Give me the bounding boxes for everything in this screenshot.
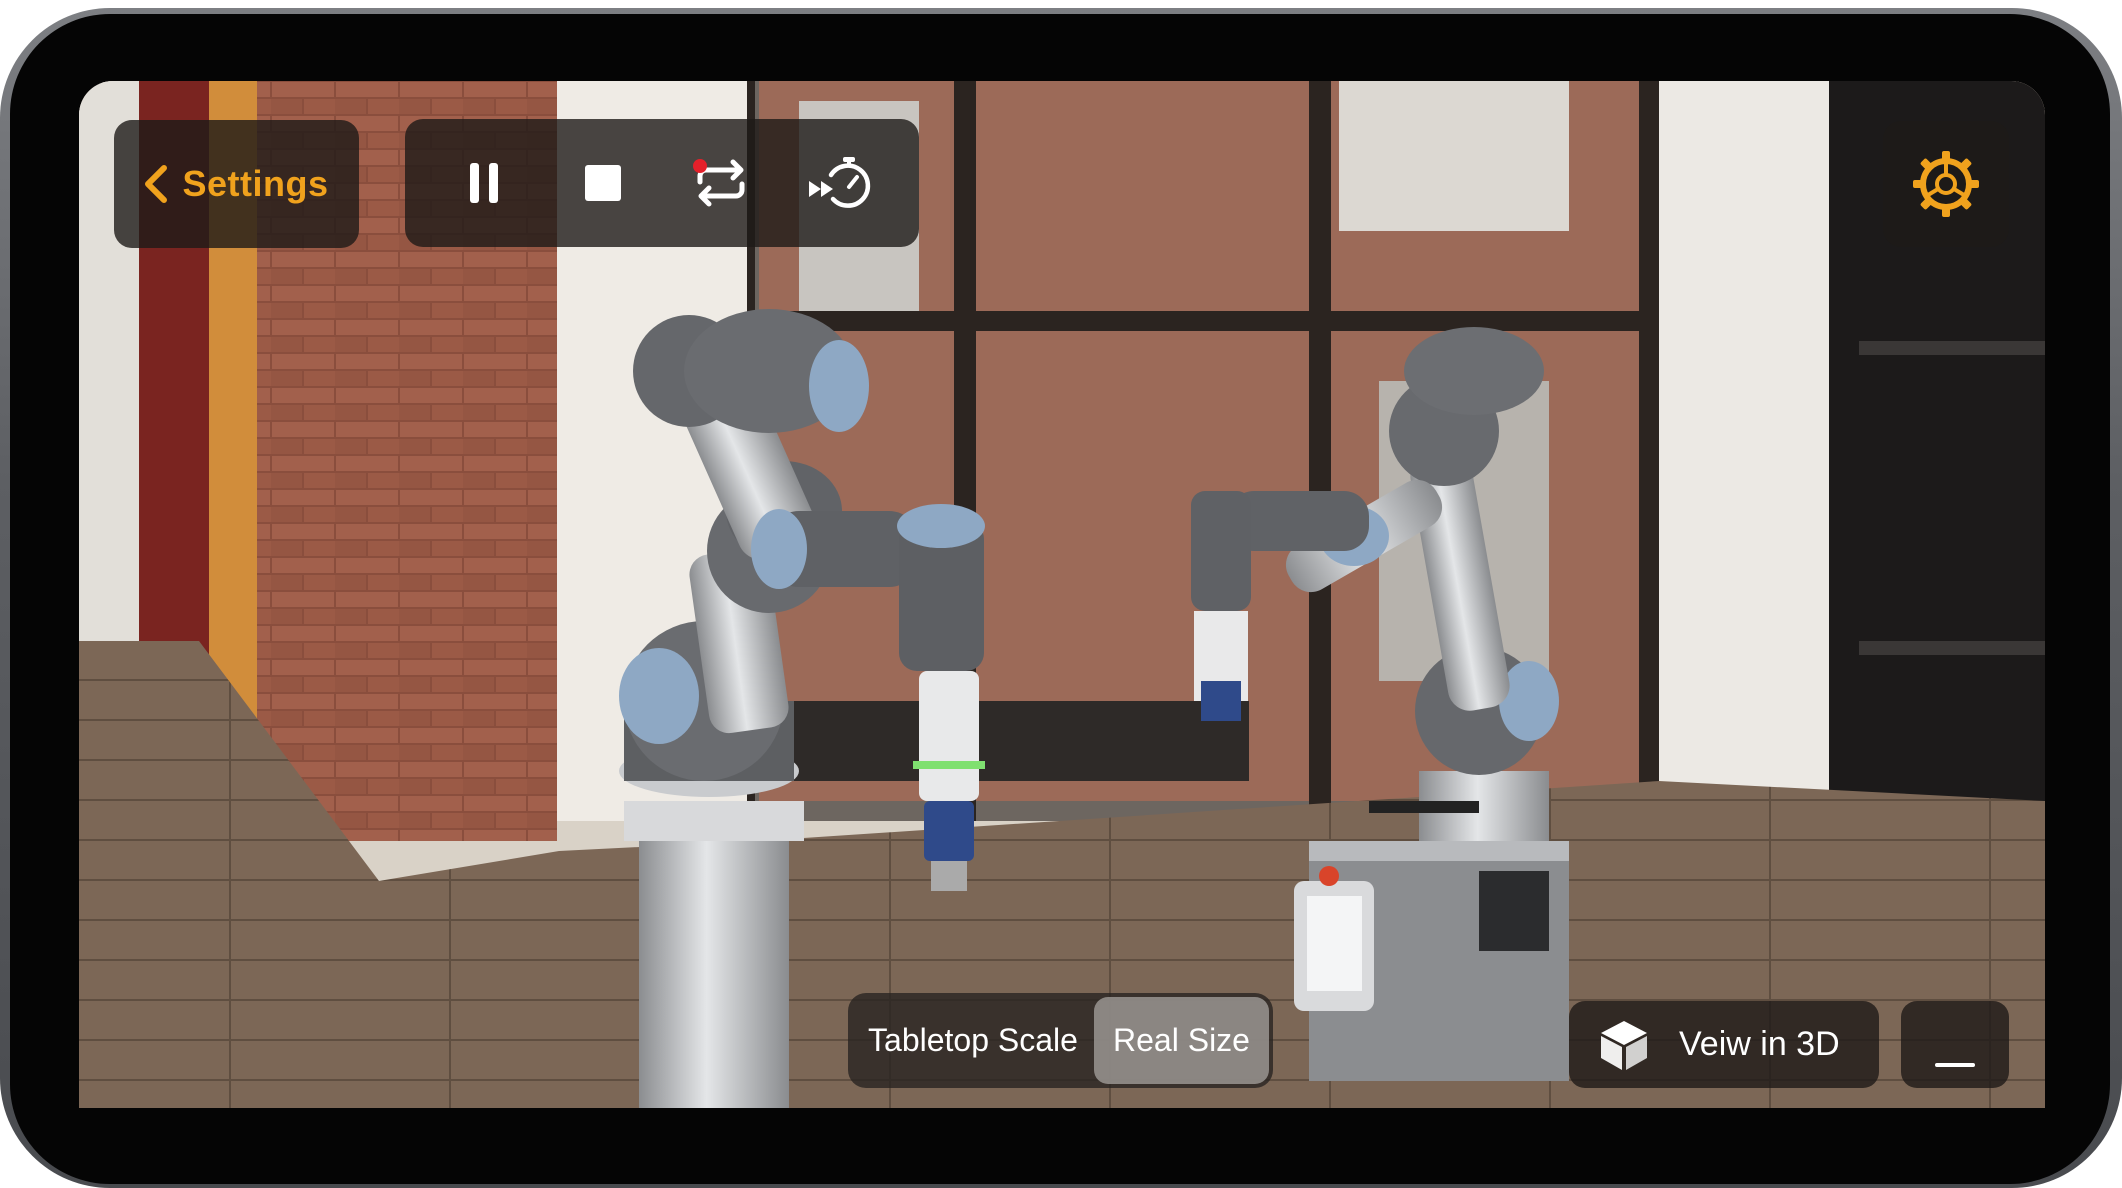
- stop-button[interactable]: [563, 143, 643, 223]
- ar-view[interactable]: Settings Tabletop Scale Real Size Veiw i…: [79, 81, 2045, 1108]
- minimize-button[interactable]: [1901, 1001, 2009, 1088]
- fast-forward-timer-icon: [808, 157, 870, 208]
- gear-icon: [1913, 151, 1979, 217]
- repeat-icon: [693, 159, 745, 207]
- scale-segmented-control: Tabletop Scale Real Size: [848, 993, 1273, 1088]
- view-in-3d-button[interactable]: Veiw in 3D: [1569, 1001, 1879, 1088]
- settings-back-button[interactable]: Settings: [114, 120, 359, 248]
- settings-gear-button[interactable]: [1883, 121, 2009, 247]
- recording-dot-icon: [693, 159, 708, 173]
- stop-icon: [584, 165, 621, 201]
- real-size-option[interactable]: Real Size: [1094, 997, 1269, 1084]
- repeat-button[interactable]: [681, 143, 761, 223]
- tabletop-scale-option[interactable]: Tabletop Scale: [852, 997, 1094, 1084]
- control-cabinet: [1294, 801, 1569, 1081]
- chevron-left-icon: [145, 165, 168, 203]
- settings-back-label: Settings: [182, 163, 329, 204]
- fast-forward-timer-button[interactable]: [800, 143, 880, 223]
- pause-button[interactable]: [444, 143, 524, 223]
- playback-controls: [405, 119, 919, 247]
- cube-icon: [1601, 1020, 1647, 1070]
- camera-scene: [79, 81, 2045, 1108]
- pause-icon: [470, 163, 499, 203]
- view-in-3d-label: Veiw in 3D: [1679, 1025, 1840, 1063]
- minimize-icon: [1935, 1063, 1975, 1067]
